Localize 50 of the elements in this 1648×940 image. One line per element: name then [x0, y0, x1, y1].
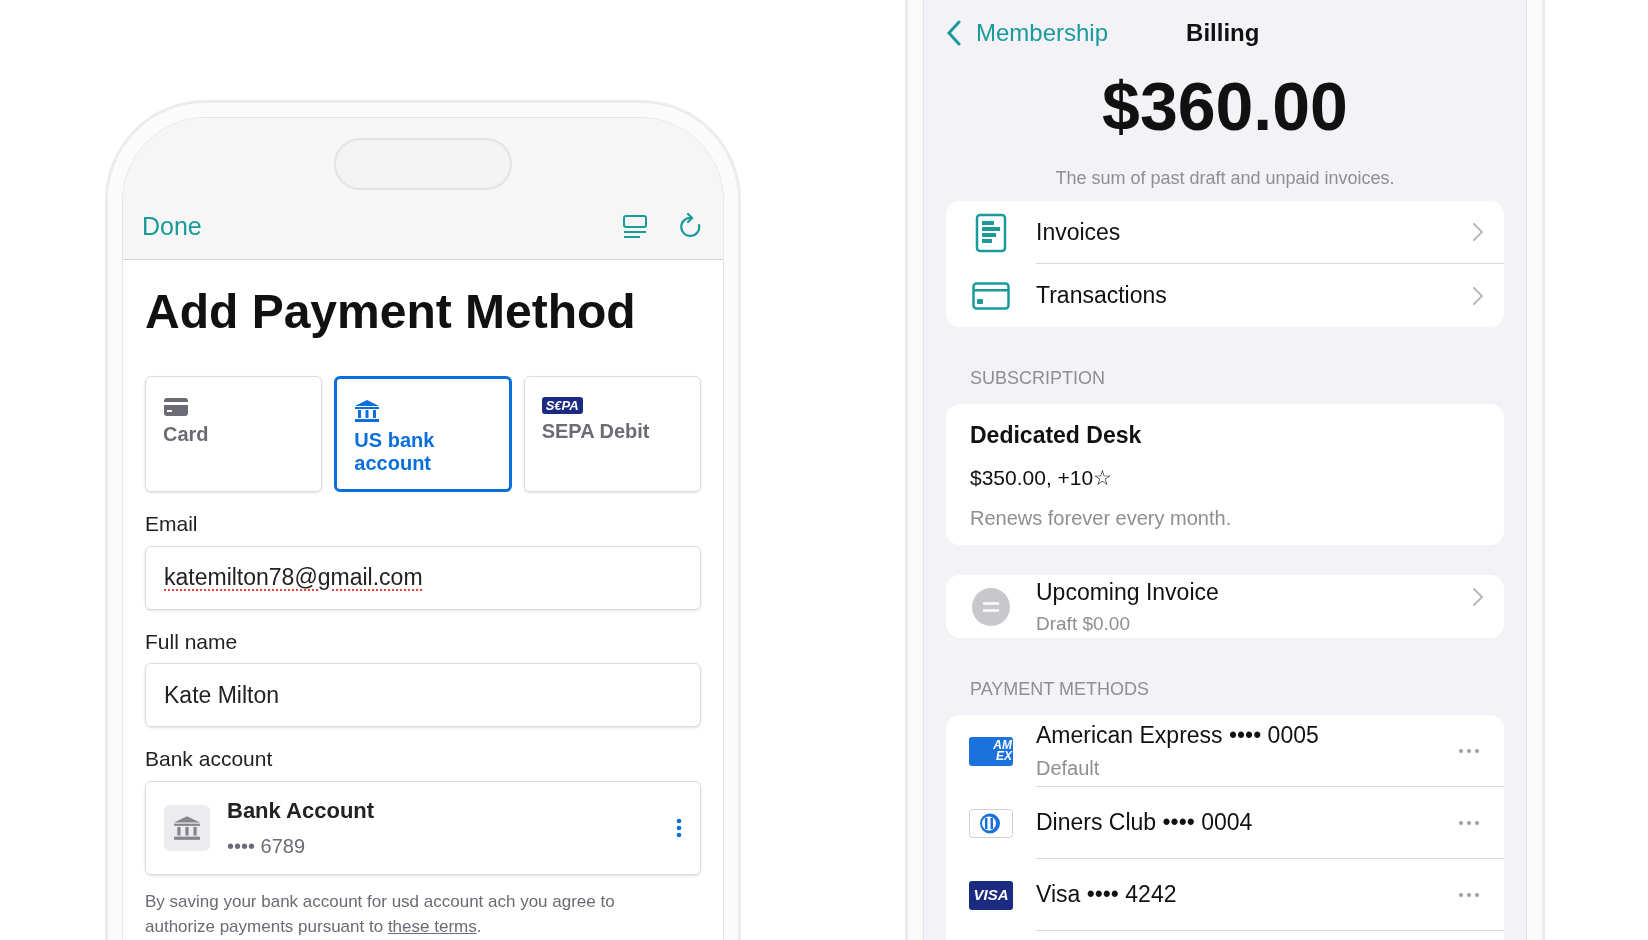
subscription-price: $350.00, +10☆ [970, 464, 1114, 491]
full-name-field[interactable]: Kate Milton [145, 663, 701, 727]
more-icon[interactable] [1458, 819, 1480, 826]
subscription-name: Dedicated Desk [970, 421, 1143, 450]
balance-caption: The sum of past draft and unpaid invoices. [1054, 167, 1396, 190]
upcoming-invoice-title: Upcoming Invoice [1036, 578, 1220, 607]
upcoming-invoice-subtitle: Draft $0.00 [1036, 611, 1131, 636]
email-value: katemilton78@gmail.com [164, 563, 423, 593]
card-icon [972, 281, 1010, 310]
section-header: SUBSCRIPTION [970, 367, 1107, 390]
email-field[interactable]: katemilton78@gmail.com [145, 545, 701, 610]
list-row[interactable]: Invoices [946, 201, 1504, 264]
more-icon[interactable] [1458, 891, 1480, 898]
bank-account-number: •••• 6789 [227, 834, 307, 859]
payment-method-tab[interactable]: S€PA SEPA Debit [523, 376, 701, 492]
upcoming-invoice-row[interactable]: Upcoming Invoice Draft $0.00 [946, 575, 1504, 638]
field-label: Full name [145, 628, 239, 655]
diners-club-logo [969, 808, 1013, 838]
terms-text: By saving your bank account for usd account ach you agree to authorize payments pursuant to these terms. [145, 890, 616, 938]
chevron-right-icon [1472, 285, 1484, 306]
list-icon[interactable] [622, 213, 648, 240]
amex-logo: AM EX [969, 736, 1013, 766]
bank-icon [173, 813, 201, 842]
payment-method-row[interactable]: AM EX American Express •••• 0005 Default [946, 715, 1504, 787]
more-vertical-icon[interactable] [676, 817, 682, 838]
payment-method-tab[interactable]: Card [145, 376, 323, 492]
payment-method-row[interactable]: Diners Club •••• 0004 [946, 787, 1504, 859]
more-icon[interactable] [1458, 747, 1480, 754]
card-icon [163, 397, 189, 417]
terms-link[interactable]: these terms [387, 916, 477, 936]
sepa-logo: S€PA [541, 397, 583, 414]
payment-method-tab[interactable]: US bank account [334, 376, 512, 492]
bank-account-title: Bank Account [227, 797, 375, 825]
chevron-right-icon [1472, 222, 1484, 242]
list-row[interactable]: Transactions [946, 264, 1504, 327]
balance-amount: $360.00 [1101, 67, 1349, 146]
field-label: Bank account [145, 746, 274, 772]
bank-icon [354, 399, 381, 423]
visa-logo: VISA [969, 880, 1013, 910]
subscription-renewal: Renews forever every month. [970, 506, 1233, 531]
document-icon [975, 212, 1007, 253]
page-title: Add Payment Method [145, 284, 637, 340]
section-header: PAYMENT METHODS [970, 678, 1150, 701]
pending-icon [972, 587, 1010, 626]
chevron-left-icon [946, 20, 962, 46]
screen-title: Billing [1186, 18, 1260, 48]
payment-method-row[interactable]: VISA Visa •••• 4242 [946, 859, 1504, 931]
bank-account-card[interactable]: Bank Account •••• 6789 [145, 780, 701, 875]
field-label: Email [145, 511, 199, 537]
chevron-right-icon [1472, 587, 1484, 607]
